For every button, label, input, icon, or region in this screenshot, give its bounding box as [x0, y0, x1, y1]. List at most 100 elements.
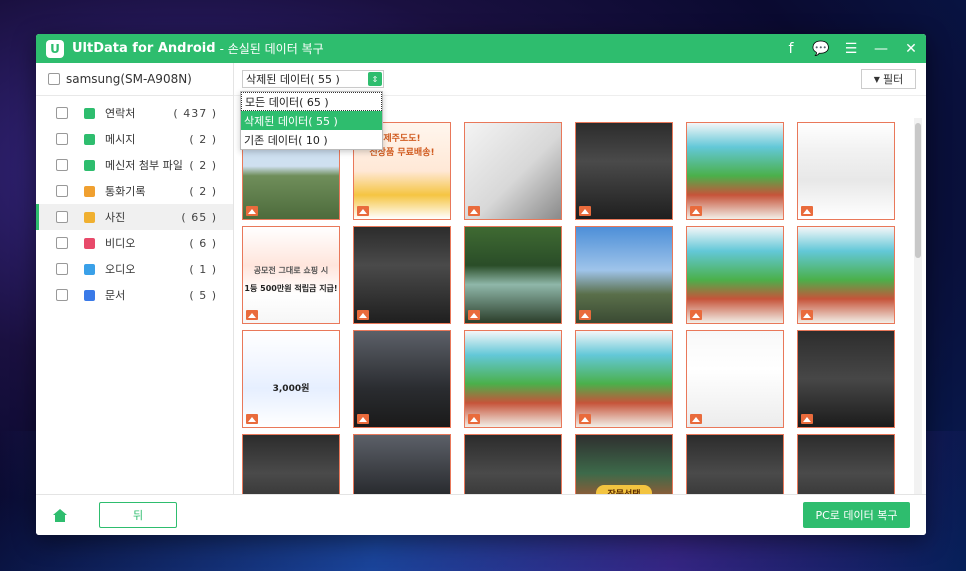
- photo-thumbnail[interactable]: [464, 330, 562, 428]
- photo-thumbnail[interactable]: [575, 226, 673, 324]
- feedback-icon[interactable]: 💬: [806, 34, 836, 63]
- category-count: ( 437 ): [173, 106, 217, 120]
- select-value: 삭제된 데이터( 55 ): [246, 73, 340, 86]
- home-icon: [53, 508, 67, 522]
- category-checkbox[interactable]: [56, 211, 68, 223]
- image-icon: [579, 310, 591, 320]
- category-count: ( 65 ): [181, 210, 217, 224]
- category-count: ( 6 ): [189, 236, 217, 250]
- device-name: samsung(SM-A908N): [66, 72, 192, 86]
- image-icon: [468, 310, 480, 320]
- document-icon: [84, 289, 95, 301]
- category-label: 문서: [105, 289, 126, 302]
- photo-thumbnail[interactable]: [797, 226, 895, 324]
- category-checkbox[interactable]: [56, 133, 68, 145]
- sidebar-item-audio[interactable]: 오디오 ( 1 ): [36, 256, 233, 282]
- menu-icon[interactable]: ☰: [836, 34, 866, 63]
- category-label: 연락처: [105, 107, 136, 120]
- grid-scrollbar[interactable]: [914, 118, 922, 504]
- category-label: 오디오: [105, 263, 136, 276]
- recover-to-pc-button[interactable]: PC로 데이터 복구: [803, 502, 910, 528]
- facebook-icon[interactable]: f: [776, 34, 806, 63]
- minimize-icon[interactable]: —: [866, 34, 896, 63]
- category-checkbox[interactable]: [56, 185, 68, 197]
- call-log-icon: [84, 185, 95, 197]
- photo-thumbnail[interactable]: [464, 122, 562, 220]
- category-label: 사진: [105, 211, 126, 224]
- title-bar: U UltData for Android - 손실된 데이터 복구 f 💬 ☰…: [36, 34, 926, 63]
- photo-thumbnail[interactable]: [797, 122, 895, 220]
- filter-label: 필터: [882, 73, 904, 86]
- photo-thumbnail[interactable]: 3,000원: [242, 330, 340, 428]
- category-checkbox[interactable]: [56, 289, 68, 301]
- contacts-icon: [84, 107, 95, 119]
- image-icon: [801, 310, 813, 320]
- image-icon: [468, 206, 480, 216]
- thumbnail-caption: 공모전 그대로 쇼핑 시: [253, 266, 329, 275]
- filter-button[interactable]: ▼ 필터: [861, 69, 916, 89]
- image-icon: [579, 206, 591, 216]
- sidebar-item-videos[interactable]: 비디오 ( 6 ): [36, 230, 233, 256]
- app-logo-icon: U: [46, 39, 64, 58]
- image-icon: [357, 206, 369, 216]
- thumbnail-caption: 1등 500만원 적립금 지급!: [244, 284, 338, 293]
- photo-thumbnail[interactable]: [686, 330, 784, 428]
- close-icon[interactable]: ✕: [896, 34, 926, 63]
- category-label: 메시지: [105, 133, 136, 146]
- attachment-icon: [84, 159, 95, 171]
- app-subtitle: - 손실된 데이터 복구: [219, 42, 324, 56]
- back-button[interactable]: 뒤: [99, 502, 177, 528]
- dropdown-option-all[interactable]: 모든 데이터( 65 ): [241, 92, 382, 111]
- home-button[interactable]: [36, 508, 84, 522]
- sidebar-item-contacts[interactable]: 연락처 ( 437 ): [36, 100, 233, 126]
- sidebar-item-attachments[interactable]: 메신저 첨부 파일 ( 2 ): [36, 152, 233, 178]
- photo-thumbnail[interactable]: 공모전 그대로 쇼핑 시 1등 500만원 적립금 지급!: [242, 226, 340, 324]
- message-icon: [84, 133, 95, 145]
- device-row[interactable]: samsung(SM-A908N): [36, 63, 233, 96]
- sidebar-item-messages[interactable]: 메시지 ( 2 ): [36, 126, 233, 152]
- image-icon: [579, 414, 591, 424]
- photo-thumbnail[interactable]: [575, 330, 673, 428]
- sidebar-item-call-log[interactable]: 통화기록 ( 2 ): [36, 178, 233, 204]
- app-window: U UltData for Android - 손실된 데이터 복구 f 💬 ☰…: [36, 34, 926, 535]
- category-count: ( 5 ): [189, 288, 217, 302]
- image-icon: [357, 310, 369, 320]
- data-filter-select[interactable]: 삭제된 데이터( 55 ) ⇕: [242, 70, 384, 88]
- video-icon: [84, 237, 95, 249]
- photo-icon: [84, 211, 95, 223]
- image-icon: [357, 414, 369, 424]
- photo-thumbnail[interactable]: [686, 122, 784, 220]
- main-panel: 삭제된 데이터( 55 ) ⇕ ▼ 필터 모든 데이터( 65 ) 삭제된 데이…: [234, 63, 926, 532]
- image-icon: [801, 414, 813, 424]
- photo-thumbnail[interactable]: [353, 330, 451, 428]
- image-icon: [801, 206, 813, 216]
- app-title: UltData for Android: [72, 41, 216, 56]
- category-checkbox[interactable]: [56, 159, 68, 171]
- photo-thumbnail[interactable]: [353, 226, 451, 324]
- sidebar-item-documents[interactable]: 문서 ( 5 ): [36, 282, 233, 308]
- photo-thumbnail[interactable]: [464, 226, 562, 324]
- photo-thumbnail[interactable]: [575, 122, 673, 220]
- category-checkbox[interactable]: [56, 263, 68, 275]
- sidebar: samsung(SM-A908N) 연락처 ( 437 ) 메시지 ( 2 ): [36, 63, 234, 494]
- sidebar-item-photos[interactable]: 사진 ( 65 ): [36, 204, 233, 230]
- image-icon: [468, 414, 480, 424]
- filter-icon: ▼: [873, 74, 880, 84]
- photo-thumbnail[interactable]: [797, 330, 895, 428]
- scrollbar-thumb[interactable]: [915, 123, 921, 258]
- category-label: 메신저 첨부 파일: [105, 159, 183, 172]
- data-filter-dropdown: 모든 데이터( 65 ) 삭제된 데이터( 55 ) 기존 데이터( 10 ): [240, 91, 383, 150]
- select-arrow-icon: ⇕: [368, 72, 382, 86]
- photo-thumbnail[interactable]: [686, 226, 784, 324]
- image-icon: [246, 206, 258, 216]
- category-checkbox[interactable]: [56, 107, 68, 119]
- bottom-bar: 뒤 PC로 데이터 복구: [36, 494, 926, 535]
- dropdown-option-existing[interactable]: 기존 데이터( 10 ): [241, 130, 382, 149]
- category-checkbox[interactable]: [56, 237, 68, 249]
- category-count: ( 2 ): [189, 158, 217, 172]
- audio-icon: [84, 263, 95, 275]
- image-icon: [690, 310, 702, 320]
- category-list: 연락처 ( 437 ) 메시지 ( 2 ) 메신저 첨부 파일 ( 2 ) 통화…: [36, 96, 233, 308]
- dropdown-option-deleted[interactable]: 삭제된 데이터( 55 ): [241, 111, 382, 130]
- device-checkbox[interactable]: [48, 73, 60, 85]
